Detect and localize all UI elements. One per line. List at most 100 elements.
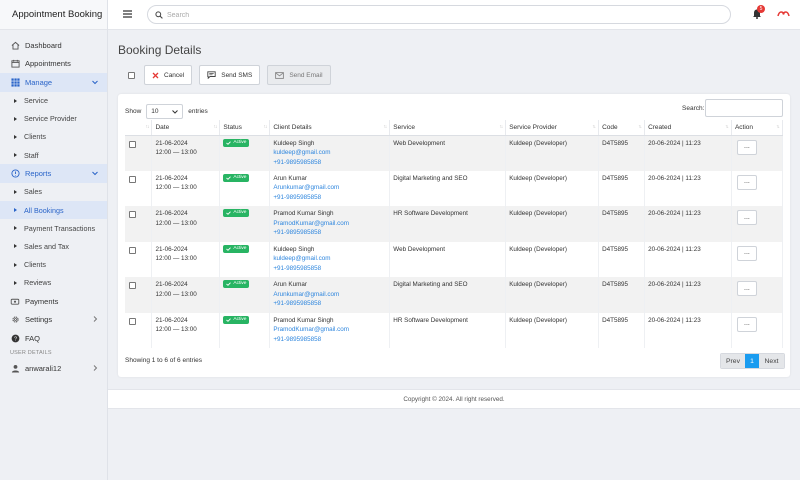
client-phone-link[interactable]: +91-9895985858 [273,228,386,238]
cancel-button[interactable]: Cancel [144,65,193,85]
code-cell: D4T5895 [598,312,646,348]
send-sms-button[interactable]: Send SMS [199,65,261,85]
check-icon [226,175,232,180]
client-phone-link[interactable]: +91-9895985858 [273,299,386,309]
column-header-service-provider[interactable]: Service Provider ↑↓ [505,120,600,136]
global-search[interactable] [147,5,731,24]
row-checkbox[interactable] [129,140,136,148]
table-search-input[interactable] [705,99,783,117]
sidebar-label-service-provider: Service Provider [24,114,77,124]
service-cell: HR Software Development [389,312,507,348]
client-email-link[interactable]: Arunkumar@gmail.com [273,183,386,193]
global-search-input[interactable] [167,9,707,21]
client-details-cell: Kuldeep Singh kuldeep@gmail.com +91-989598… [269,241,391,277]
table-header-row: ↑↓ Date ↑↓ Status ↑↓ Client Details ↑↓ Serv… [125,120,784,136]
sidebar-item-sales[interactable]: Sales [0,183,107,201]
service-provider-cell: Kuldeep (Developer) [505,135,600,171]
sidebar-label-staff: Staff [24,150,39,160]
sidebar-item-payment-transactions[interactable]: Payment Transactions [0,219,107,237]
prev-page-button[interactable]: Prev [721,354,745,368]
column-header-status[interactable]: Status ↑↓ [219,120,271,136]
cancel-button-label: Cancel [164,71,185,79]
show-label: Show [125,108,142,115]
created-cell: 20-06-2024 | 11:23 [644,206,732,242]
sidebar-item-all-bookings[interactable]: All Bookings [0,200,107,220]
sidebar-item-clients[interactable]: Clients [0,128,107,146]
user-avatar-icon[interactable] [777,9,790,17]
sort-icon: ↑↓ [145,124,149,130]
client-email-link[interactable]: kuldeep@gmail.com [273,254,386,264]
row-action-button[interactable]: ... [736,316,757,332]
column-header-code[interactable]: Code ↑↓ [598,120,646,136]
client-email-link[interactable]: PramodKumar@gmail.com [273,325,386,335]
sidebar-label-manage: Manage [25,77,53,87]
sidebar-item-service-provider[interactable]: Service Provider [0,110,107,128]
sidebar-item-settings[interactable]: Settings [0,310,107,329]
sidebar-item-report-clients[interactable]: Clients [0,256,107,274]
client-phone-link[interactable]: +91-9895985858 [273,158,386,168]
select-all-checkbox[interactable] [128,71,135,79]
code-cell: D4T5895 [598,135,646,171]
client-phone-link[interactable]: +91-9895985858 [273,335,386,345]
sidebar-item-service[interactable]: Service [0,92,107,110]
client-email-link[interactable]: PramodKumar@gmail.com [273,219,386,229]
row-action-button[interactable]: ... [736,139,757,155]
sidebar-nav: Dashboard Appointments Manage Service Se… [0,30,107,378]
gear-icon [10,315,20,325]
row-action-button[interactable]: ... [736,174,757,190]
column-header-created[interactable]: Created ↑↓ [644,120,732,136]
chevron-down-icon [172,110,179,114]
status-badge: Active [223,173,250,182]
client-email-link[interactable]: Arunkumar@gmail.com [273,290,386,300]
column-header-action[interactable]: Action ↑↓ [731,120,784,136]
row-action-button[interactable]: ... [736,281,757,296]
row-action-button[interactable]: ... [736,210,757,225]
created-cell: 20-06-2024 | 11:23 [644,135,732,171]
row-checkbox[interactable] [129,317,136,325]
hamburger-menu-icon[interactable] [123,10,132,18]
service-provider-cell: Kuldeep (Developer) [505,170,600,206]
sidebar-item-reviews[interactable]: Reviews [0,274,107,292]
sidebar-item-appointments[interactable]: Appointments [0,55,107,74]
table-search-label: Search: [682,105,705,112]
client-phone-link[interactable]: +91-9895985858 [273,264,386,274]
column-header-select[interactable]: ↑↓ [125,120,153,136]
row-checkbox[interactable] [129,246,136,254]
payments-icon [10,296,20,306]
send-sms-button-label: Send SMS [221,71,253,79]
client-email-link[interactable]: kuldeep@gmail.com [273,148,386,158]
sidebar-label-sales-and-tax: Sales and Tax [24,241,70,251]
sidebar-item-sales-and-tax[interactable]: Sales and Tax [0,237,107,255]
page-size-select[interactable]: 10 [146,104,184,119]
row-checkbox[interactable] [129,175,136,183]
row-select-cell [125,135,153,171]
row-action-button[interactable]: ... [736,245,757,261]
row-checkbox[interactable] [129,282,136,289]
sidebar-item-reports[interactable]: Reports [0,164,107,183]
check-icon [226,211,232,215]
column-header-service[interactable]: Service ↑↓ [389,120,507,136]
envelope-icon [275,71,285,79]
sidebar-label-dashboard: Dashboard [25,40,62,50]
column-header-client-details[interactable]: Client Details ↑↓ [269,120,391,136]
sidebar-item-faq[interactable]: ? FAQ [0,329,107,348]
column-header-date[interactable]: Date ↑↓ [151,120,221,136]
sidebar-item-staff[interactable]: Staff [0,146,107,164]
booking-time: 12:00 — 13:00 [155,255,197,262]
client-phone-link[interactable]: +91-9895985858 [273,193,386,203]
sidebar-item-manage[interactable]: Manage [0,73,107,92]
page-title: Booking Details [118,43,202,57]
send-email-button[interactable]: Send Email [267,65,331,85]
client-details-cell: Arun Kumar Arunkumar@gmail.com +91-9895985… [269,170,391,206]
sidebar-item-user[interactable]: anwarali12 [0,359,107,378]
bulk-actions-toolbar: Cancel Send SMS Send Email [118,65,338,85]
created-cell: 20-06-2024 | 11:23 [644,277,732,313]
row-checkbox[interactable] [129,211,136,218]
check-icon [226,317,232,322]
date-cell: 21-06-2024 12:00 — 13:00 [151,170,221,206]
sidebar-item-dashboard[interactable]: Dashboard [0,36,107,55]
sidebar-label-settings: Settings [25,315,53,325]
sidebar-item-payments[interactable]: Payments [0,292,107,311]
page-1-button[interactable]: 1 [745,354,759,368]
next-page-button[interactable]: Next [759,354,784,368]
